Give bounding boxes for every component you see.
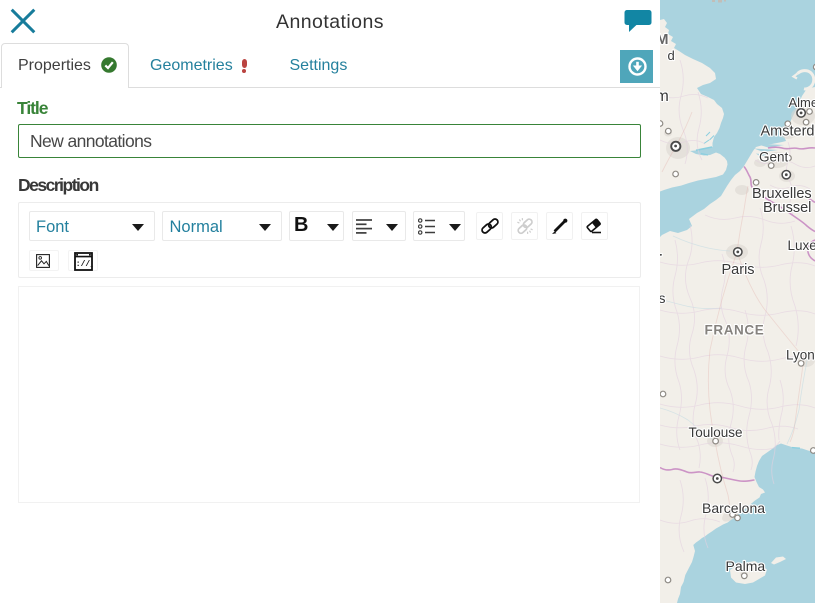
svg-text:Lyon: Lyon — [786, 348, 815, 363]
svg-text:Gent: Gent — [759, 150, 789, 165]
svg-text:Amsterdam: Amsterdam — [761, 124, 815, 140]
svg-text:://_: ://_ — [76, 260, 93, 269]
svg-text:FRANCE: FRANCE — [705, 323, 765, 338]
svg-text:Barcelona: Barcelona — [702, 500, 765, 516]
svg-text:Luxembourg: Luxembourg — [788, 238, 815, 253]
svg-text:Brussel: Brussel — [763, 200, 811, 216]
svg-text:m: m — [660, 88, 669, 105]
svg-text:Almere: Almere — [789, 95, 815, 110]
svg-text:r: r — [660, 248, 662, 268]
svg-text:Toulouse: Toulouse — [689, 425, 743, 440]
svg-text:d: d — [668, 48, 675, 63]
svg-text:Palma: Palma — [726, 558, 766, 574]
svg-text:Paris: Paris — [722, 262, 755, 278]
svg-text:s: s — [660, 290, 666, 306]
svg-text:M: M — [660, 31, 669, 48]
